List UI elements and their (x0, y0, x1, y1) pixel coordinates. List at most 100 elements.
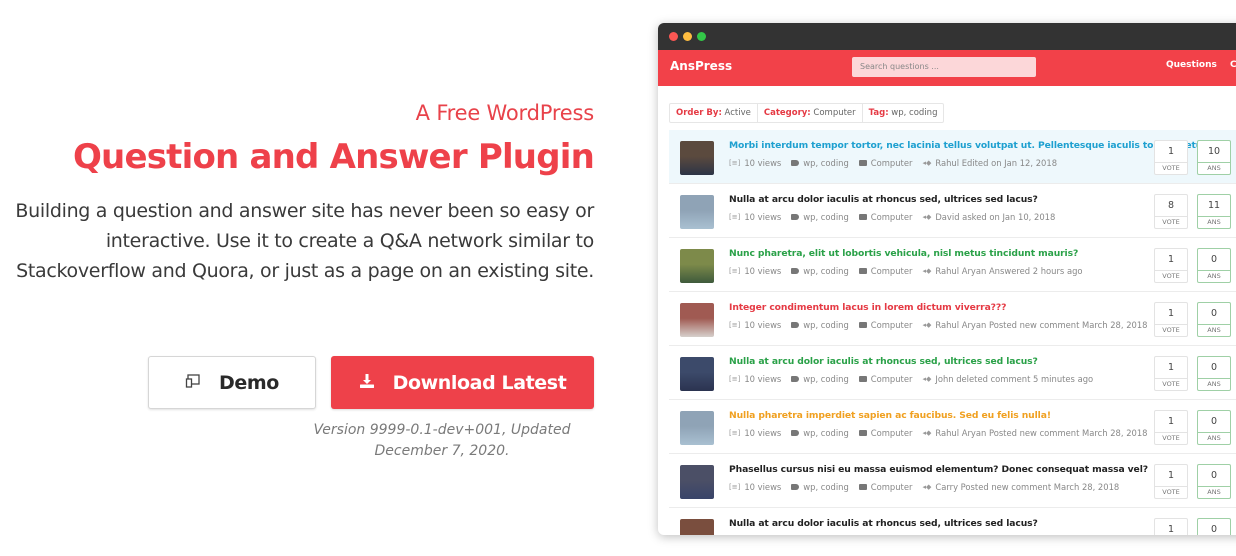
demo-button[interactable]: Demo (148, 356, 316, 409)
vote-count: 1 (1155, 249, 1187, 271)
question-title[interactable]: Nulla pharetra imperdiet sapien ac fauci… (729, 410, 1051, 421)
activity-icon: ◂◆ (922, 429, 932, 437)
question-row[interactable]: Nulla at arcu dolor iaculis at rhoncus s… (669, 184, 1236, 238)
question-title[interactable]: Nulla at arcu dolor iaculis at rhoncus s… (729, 518, 1038, 529)
tag-icon (791, 268, 800, 274)
answer-label: ANS (1207, 434, 1221, 442)
vote-count: 1 (1155, 357, 1187, 379)
question-tags[interactable]: wp, coding (803, 266, 849, 276)
views-icon: [≡] (729, 159, 741, 167)
activity-icon: ◂◆ (922, 321, 932, 329)
activity-icon: ◂◆ (922, 375, 932, 383)
answer-count: 0 (1198, 465, 1230, 487)
answer-count: 0 (1198, 357, 1230, 379)
question-meta: [≡] 10 views wp, coding Computer ◂◆ Rahul Ary… (729, 266, 1093, 276)
folder-icon (858, 430, 867, 436)
question-category[interactable]: Computer (871, 482, 913, 492)
avatar[interactable] (680, 195, 714, 229)
vote-count: 1 (1155, 465, 1187, 487)
avatar[interactable] (680, 357, 714, 391)
question-activity: Rahul Aryan Answered 2 hours ago (935, 266, 1083, 276)
question-row[interactable]: Phasellus cursus nisi eu massa euismod e… (669, 454, 1236, 508)
question-activity: John deleted comment 5 minutes ago (935, 374, 1094, 384)
avatar[interactable] (680, 303, 714, 337)
views-count: 10 views (744, 212, 782, 222)
devices-icon (185, 372, 201, 394)
brand-logo[interactable]: AnsPress (670, 59, 732, 73)
vote-label: VOTE (1162, 434, 1180, 442)
views-icon: [≡] (729, 483, 741, 491)
question-category[interactable]: Computer (871, 266, 913, 276)
question-activity: Carry Posted new comment March 28, 2018 (935, 482, 1120, 492)
views-count: 10 views (744, 158, 782, 168)
views-count: 10 views (744, 428, 782, 438)
filter-order-by[interactable]: Order By: Active (670, 104, 758, 122)
answer-count: 10 (1198, 141, 1230, 163)
avatar[interactable] (680, 519, 714, 535)
avatar[interactable] (680, 411, 714, 445)
views-count: 10 views (744, 374, 782, 384)
vote-count: 1 (1155, 303, 1187, 325)
question-activity: Rahul Edited on Jan 12, 2018 (935, 158, 1058, 168)
maximize-dot-icon (697, 32, 706, 41)
question-row[interactable]: Nunc pharetra, elit ut lobortis vehicula… (669, 238, 1236, 292)
answer-label: ANS (1207, 164, 1221, 172)
question-activity: Rahul Aryan Posted new comment March 28,… (935, 320, 1148, 330)
question-title[interactable]: Nulla at arcu dolor iaculis at rhoncus s… (729, 356, 1038, 367)
views-icon: [≡] (729, 267, 741, 275)
question-row[interactable]: Integer condimentum lacus in lorem dictu… (669, 292, 1236, 346)
main-nav: Questions Ca (1166, 60, 1236, 70)
answer-count-box: 0 ANS (1197, 356, 1231, 391)
question-category[interactable]: Computer (871, 374, 913, 384)
question-row[interactable]: Morbi interdum tempor tortor, nec lacini… (669, 130, 1236, 184)
minimize-dot-icon (683, 32, 692, 41)
answer-count: 0 (1198, 519, 1230, 535)
question-row[interactable]: Nulla at arcu dolor iaculis at rhoncus s… (669, 508, 1236, 535)
tag-icon (791, 322, 800, 328)
question-category[interactable]: Computer (871, 212, 913, 222)
question-tags[interactable]: wp, coding (803, 158, 849, 168)
question-row[interactable]: Nulla at arcu dolor iaculis at rhoncus s… (669, 346, 1236, 400)
demo-label: Demo (219, 371, 279, 394)
views-count: 10 views (744, 266, 782, 276)
tag-icon (791, 484, 800, 490)
search-input[interactable]: Search questions ... (852, 57, 1036, 77)
tag-icon (791, 214, 800, 220)
filter-category[interactable]: Category: Computer (758, 104, 863, 122)
question-title[interactable]: Phasellus cursus nisi eu massa euismod e… (729, 464, 1148, 475)
avatar[interactable] (680, 141, 714, 175)
download-button[interactable]: Download Latest (331, 356, 594, 409)
nav-questions[interactable]: Questions (1166, 60, 1217, 70)
tag-icon (791, 160, 800, 166)
vote-count: 1 (1155, 519, 1187, 535)
question-meta: [≡] 10 views wp, coding Computer ◂◆ Rahul Ary… (729, 320, 1158, 330)
question-title[interactable]: Morbi interdum tempor tortor, nec lacini… (729, 140, 1211, 151)
question-tags[interactable]: wp, coding (803, 482, 849, 492)
question-tags[interactable]: wp, coding (803, 374, 849, 384)
question-title[interactable]: Nulla at arcu dolor iaculis at rhoncus s… (729, 194, 1038, 205)
question-category[interactable]: Computer (871, 158, 913, 168)
activity-icon: ◂◆ (922, 213, 932, 221)
filter-tag[interactable]: Tag: wp, coding (863, 104, 944, 122)
hero-subtitle: A Free WordPress (415, 101, 595, 125)
avatar[interactable] (680, 465, 714, 499)
question-category[interactable]: Computer (871, 320, 913, 330)
question-tags[interactable]: wp, coding (803, 428, 849, 438)
version-text: Version 9999-0.1-dev+001, Updated Decemb… (313, 422, 571, 459)
question-tags[interactable]: wp, coding (803, 212, 849, 222)
question-category[interactable]: Computer (871, 428, 913, 438)
answer-label: ANS (1207, 488, 1221, 496)
vote-label: VOTE (1162, 218, 1180, 226)
vote-count-box: 8 VOTE (1154, 194, 1188, 229)
question-title[interactable]: Nunc pharetra, elit ut lobortis vehicula… (729, 248, 1078, 259)
answer-label: ANS (1207, 380, 1221, 388)
question-row[interactable]: Nulla pharetra imperdiet sapien ac fauci… (669, 400, 1236, 454)
avatar[interactable] (680, 249, 714, 283)
answer-label: ANS (1207, 218, 1221, 226)
nav-categories[interactable]: Ca (1230, 60, 1236, 70)
question-title[interactable]: Integer condimentum lacus in lorem dictu… (729, 302, 1006, 313)
window-titlebar (658, 23, 1236, 50)
answer-label: ANS (1207, 272, 1221, 280)
activity-icon: ◂◆ (922, 267, 932, 275)
question-tags[interactable]: wp, coding (803, 320, 849, 330)
